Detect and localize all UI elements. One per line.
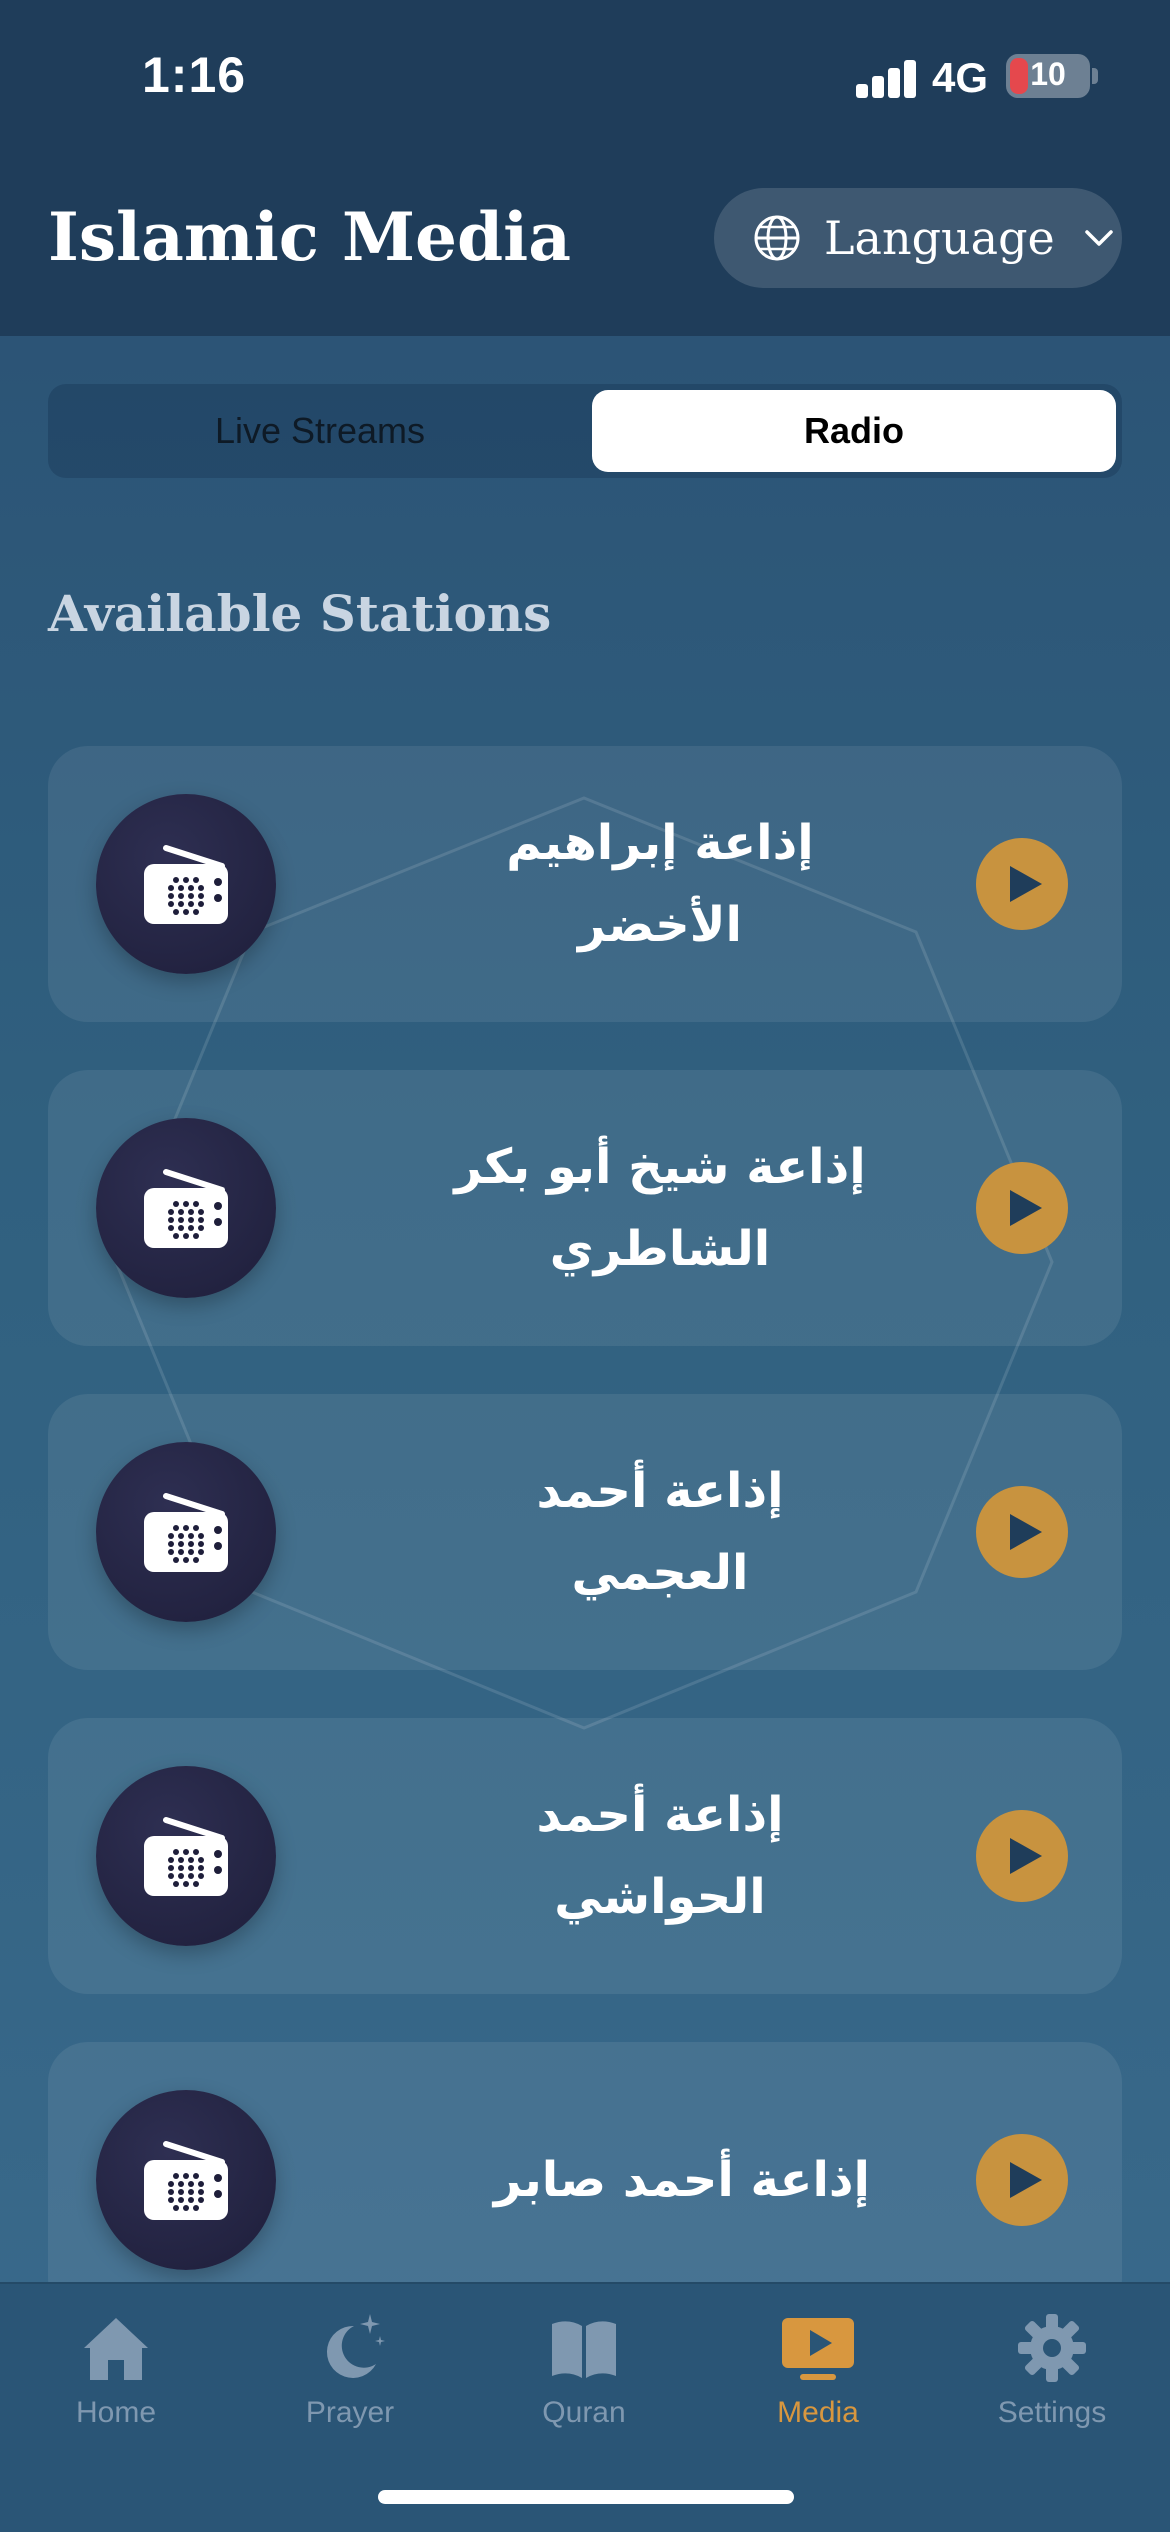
station-avatar <box>96 794 276 974</box>
station-name: إذاعة شيخ أبو بكر الشاطري <box>454 1139 866 1277</box>
station-avatar <box>96 1118 276 1298</box>
station-card[interactable]: إذاعة أحمد صابر <box>48 2042 1122 2318</box>
station-avatar <box>96 1442 276 1622</box>
tab-settings[interactable]: Settings <box>952 2308 1152 2448</box>
home-icon <box>84 2318 148 2380</box>
gear-icon <box>1018 2314 1086 2382</box>
tab-home[interactable]: Home <box>16 2308 216 2448</box>
play-button[interactable] <box>976 1810 1068 1902</box>
language-label: Language <box>824 211 1055 265</box>
status-time: 1:16 <box>142 47 247 103</box>
station-card[interactable]: إذاعة أحمد العجمي <box>48 1394 1122 1670</box>
signal-icon <box>856 58 918 98</box>
tab-settings-label: Settings <box>997 2396 1107 2429</box>
station-name-wrap: إذاعة أحمد الحواشي <box>310 1718 870 1994</box>
section-title: Available Stations <box>48 584 552 643</box>
tab-quran-label: Quran <box>542 2396 626 2429</box>
play-button[interactable] <box>976 2134 1068 2226</box>
station-name-wrap: إذاعة أحمد صابر <box>310 2042 870 2318</box>
tab-live-streams[interactable]: Live Streams <box>54 390 586 472</box>
play-icon <box>1010 866 1042 902</box>
status-bar: 1:16 4G 10 <box>0 0 1170 150</box>
network-type: 4G <box>932 54 989 101</box>
battery-icon: 10 <box>1006 54 1090 98</box>
tab-media-label: Media <box>777 2396 859 2429</box>
page-title: Islamic Media <box>48 198 571 276</box>
station-card[interactable]: إذاعة شيخ أبو بكر الشاطري <box>48 1070 1122 1346</box>
station-name: إذاعة إبراهيم الأخضر <box>506 815 814 953</box>
play-icon <box>1010 1514 1042 1550</box>
tab-home-label: Home <box>75 2396 157 2429</box>
radio-icon <box>144 1169 228 1248</box>
tv-play-icon <box>782 2318 854 2380</box>
station-name-wrap: إذاعة أحمد العجمي <box>310 1394 870 1670</box>
station-name: إذاعة أحمد العجمي <box>536 1463 784 1601</box>
station-card[interactable]: إذاعة إبراهيم الأخضر <box>48 746 1122 1022</box>
battery-level: 10 <box>1030 56 1066 92</box>
play-icon <box>1010 1838 1042 1874</box>
tab-prayer[interactable]: Prayer <box>250 2308 450 2448</box>
station-name-wrap: إذاعة إبراهيم الأخضر <box>310 746 870 1022</box>
station-name: إذاعة أحمد الحواشي <box>536 1787 784 1925</box>
radio-icon <box>144 2141 228 2220</box>
tab-radio[interactable]: Radio <box>592 390 1116 472</box>
tab-quran[interactable]: Quran <box>484 2308 684 2448</box>
chevron-down-icon <box>1085 230 1113 246</box>
radio-icon <box>144 845 228 924</box>
station-card[interactable]: إذاعة أحمد الحواشي <box>48 1718 1122 1994</box>
radio-icon <box>144 1493 228 1572</box>
radio-icon <box>144 1817 228 1896</box>
moon-stars-icon <box>326 2314 385 2378</box>
segmented-control: Live Streams Radio <box>48 384 1122 478</box>
tab-prayer-label: Prayer <box>305 2396 395 2429</box>
play-button[interactable] <box>976 838 1068 930</box>
globe-icon <box>754 215 800 261</box>
battery-nub <box>1092 68 1098 84</box>
play-icon <box>1010 2162 1042 2198</box>
book-icon <box>552 2321 616 2378</box>
station-name-wrap: إذاعة شيخ أبو بكر الشاطري <box>310 1070 870 1346</box>
tab-media[interactable]: Media <box>718 2308 918 2448</box>
play-icon <box>1010 1190 1042 1226</box>
language-button[interactable]: Language <box>714 188 1122 288</box>
home-indicator <box>378 2490 794 2504</box>
station-name: إذاعة أحمد صابر <box>493 2152 870 2208</box>
station-avatar <box>96 2090 276 2270</box>
play-button[interactable] <box>976 1486 1068 1578</box>
station-avatar <box>96 1766 276 1946</box>
play-button[interactable] <box>976 1162 1068 1254</box>
